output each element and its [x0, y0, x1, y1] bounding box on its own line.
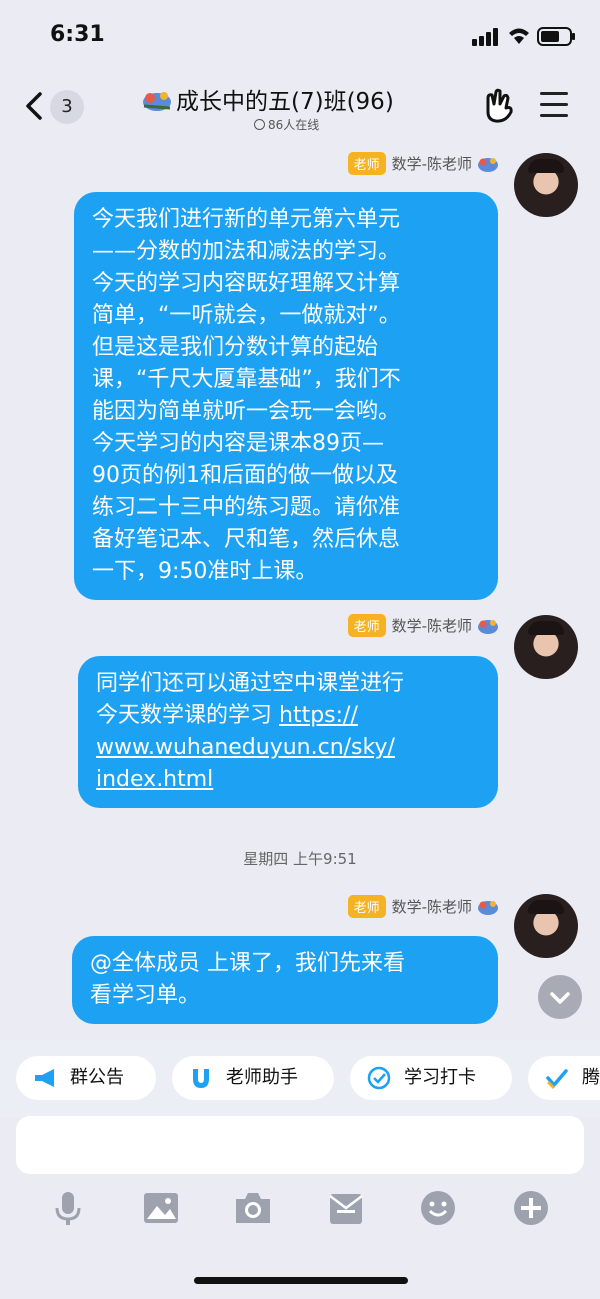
- message-meta: 老师 数学-陈老师: [347, 895, 500, 921]
- home-indicator: [194, 1277, 408, 1284]
- announcement-chip[interactable]: 群公告: [16, 1056, 156, 1100]
- chip-label: 学习打卡: [404, 1067, 476, 1088]
- study-checkin-chip[interactable]: 学习打卡: [350, 1056, 512, 1100]
- status-time: 6:31: [50, 22, 105, 47]
- message-line: 课，“千尺大厦靠基础”，我们不: [92, 367, 401, 392]
- tencent-chip[interactable]: 腾: [528, 1056, 600, 1100]
- message-line: 但是这是我们分数计算的起始: [92, 335, 379, 360]
- online-status-icon: [254, 119, 265, 130]
- quick-actions-bar: 群公告 老师助手 学习打卡 腾: [0, 1040, 600, 1118]
- envelope-icon[interactable]: [326, 1188, 366, 1228]
- teacher-avatar[interactable]: [514, 153, 578, 217]
- dragon-badge-icon: [478, 157, 498, 172]
- chip-label: 群公告: [70, 1067, 124, 1088]
- message-line: @全体成员 上课了，我们先来看: [90, 951, 405, 976]
- url-link[interactable]: www.wuhaneduyun.cn/sky/: [96, 735, 395, 760]
- message-meta: 老师 数学-陈老师: [347, 152, 500, 178]
- magnet-icon: [193, 1069, 209, 1088]
- checkmark-icon: [546, 1069, 568, 1090]
- role-badge: 老师: [347, 614, 386, 637]
- message-line: 看学习单。: [90, 983, 201, 1008]
- online-count: 86人在线: [254, 116, 319, 133]
- role-badge: 老师: [347, 152, 386, 175]
- chat-header: 3 成长中的五(7)班(96) 86人在线: [0, 72, 600, 142]
- battery-icon: [537, 27, 575, 46]
- url-link[interactable]: https://: [279, 703, 358, 728]
- chevron-down-icon: [550, 992, 570, 1004]
- wifi-icon: [509, 28, 529, 44]
- back-chevron-icon[interactable]: [20, 86, 50, 126]
- message-line: www.wuhaneduyun.cn/sky/: [96, 732, 480, 764]
- message-text: 今天数学课的学习: [96, 703, 279, 728]
- megaphone-icon: [35, 1069, 54, 1087]
- message-meta: 老师 数学-陈老师: [347, 614, 500, 640]
- message-line: 简单，“一听就会，一做就对”。: [92, 303, 401, 328]
- timestamp-divider: 星期四 上午9:51: [243, 850, 357, 868]
- image-icon[interactable]: [141, 1188, 181, 1228]
- status-bar: 6:31: [0, 0, 600, 72]
- message-line: index.html: [96, 764, 480, 796]
- unread-count-badge[interactable]: 3: [50, 90, 84, 124]
- dragon-badge-icon: [478, 900, 498, 915]
- message-line: 同学们还可以通过空中课堂进行: [96, 671, 405, 696]
- group-title: 成长中的五(7)班(96): [176, 89, 394, 115]
- camera-icon[interactable]: [233, 1188, 273, 1228]
- menu-icon[interactable]: [540, 92, 568, 118]
- online-count-text: 86人在线: [268, 118, 320, 132]
- url-link[interactable]: index.html: [96, 767, 213, 792]
- chip-label: 腾: [582, 1067, 600, 1088]
- sender-name: 数学-陈老师: [391, 617, 472, 635]
- emoji-icon[interactable]: [418, 1188, 458, 1228]
- message-line: 练习二十三中的练习题。请你准: [92, 495, 401, 520]
- check-circle-icon: [367, 1066, 391, 1090]
- message-input[interactable]: [16, 1116, 584, 1174]
- mic-icon[interactable]: [48, 1188, 88, 1228]
- message-bubble[interactable]: 同学们还可以通过空中课堂进行 今天数学课的学习 https:// www.wuh…: [78, 656, 498, 808]
- teacher-assistant-chip[interactable]: 老师助手: [172, 1056, 334, 1100]
- signal-icon: [472, 28, 498, 46]
- dragon-badge-icon: [478, 619, 498, 634]
- teacher-avatar[interactable]: [514, 894, 578, 958]
- message-bubble[interactable]: 今天我们进行新的单元第六单元 ——分数的加法和减法的学习。 今天的学习内容既好理…: [74, 192, 498, 600]
- message-line: 90页的例1和后面的做一做以及: [92, 463, 398, 488]
- sender-name: 数学-陈老师: [391, 155, 472, 173]
- chip-label: 老师助手: [226, 1067, 298, 1088]
- message-line: 今天数学课的学习 https://: [96, 700, 480, 732]
- plus-icon[interactable]: [511, 1188, 551, 1228]
- message-bubble[interactable]: @全体成员 上课了，我们先来看 看学习单。: [72, 936, 498, 1024]
- role-badge: 老师: [347, 895, 386, 918]
- hand-gesture-icon[interactable]: [482, 88, 516, 124]
- sender-name: 数学-陈老师: [391, 898, 472, 916]
- message-line: 今天的学习内容既好理解又计算: [92, 271, 401, 296]
- message-line: 今天学习的内容是课本89页—: [92, 431, 384, 456]
- input-toolbar: [0, 1180, 600, 1240]
- message-line: 能因为简单就听一会玩一会哟。: [92, 399, 401, 424]
- scroll-to-bottom-button[interactable]: [538, 975, 582, 1019]
- dragon-group-icon: [143, 92, 171, 111]
- message-line: 一下，9:50准时上课。: [92, 559, 318, 584]
- message-line: 今天我们进行新的单元第六单元: [92, 207, 401, 232]
- message-line: ——分数的加法和减法的学习。: [92, 239, 401, 264]
- message-line: 备好笔记本、尺和笔，然后休息: [92, 527, 401, 552]
- teacher-avatar[interactable]: [514, 615, 578, 679]
